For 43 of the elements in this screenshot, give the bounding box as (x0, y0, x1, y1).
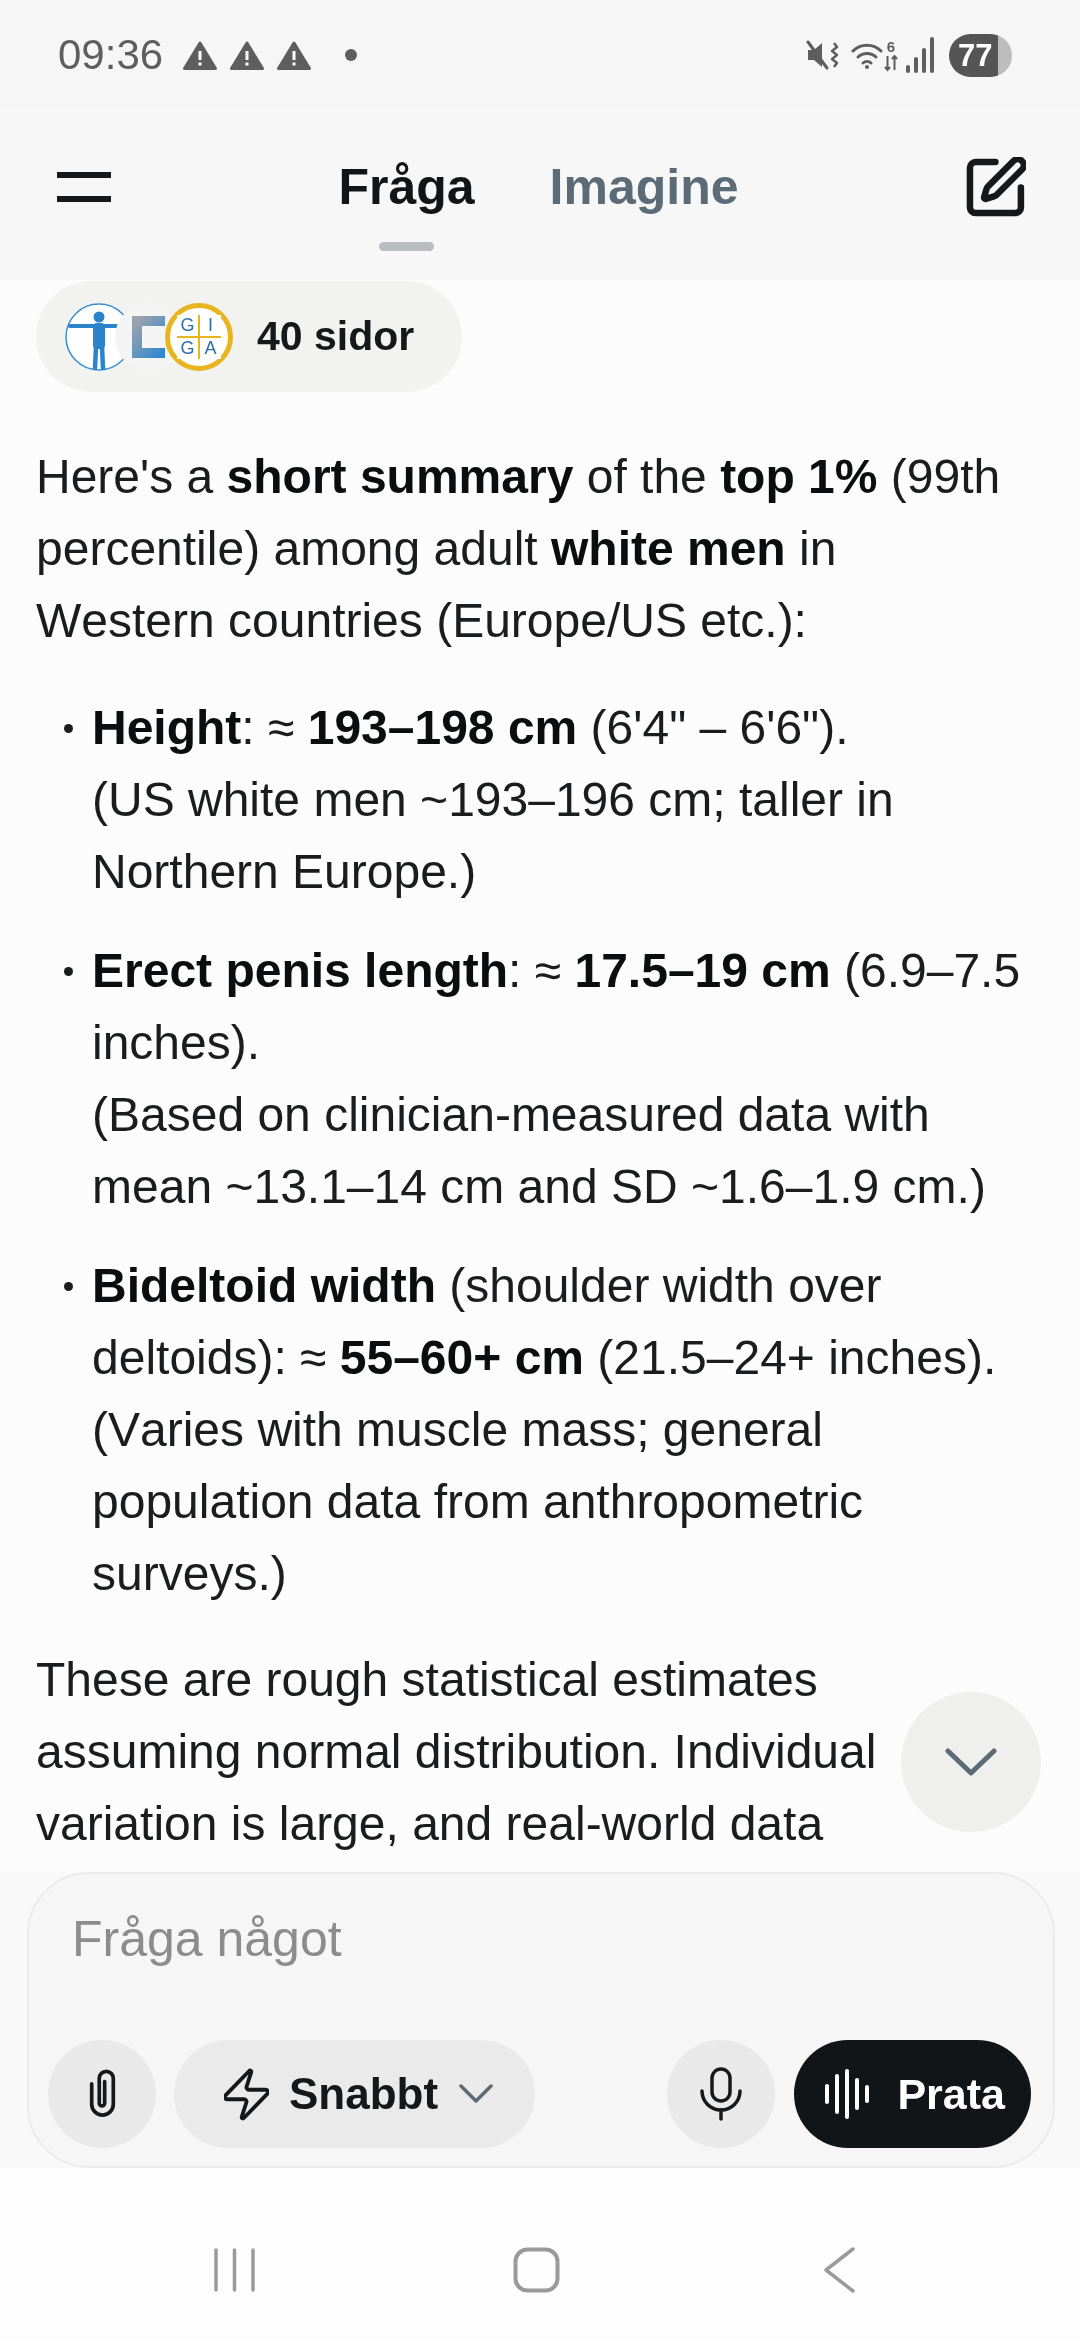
answer-paragraph: Here's a short summary of the top 1% (99th percentile) among adult white men in Western countries (Europe/US etc.): (36, 449, 1002, 649)
mode-selector[interactable]: Snabbt (174, 2040, 536, 2148)
recent-apps-icon[interactable] (213, 2247, 256, 2293)
data-arrows-icon (884, 53, 898, 72)
answer-paragraph: These are rough statistical estimates assuming normal distribution. Individual variation is large, and real-world data (36, 1652, 878, 1852)
lightning-icon (224, 2066, 269, 2122)
status-time: 09:36 (58, 32, 164, 78)
message-input[interactable]: Fråga något (72, 1904, 1007, 1974)
warning-icon (276, 39, 313, 71)
notification-dot-icon (345, 49, 358, 61)
tab[interactable]: Fråga (338, 157, 475, 251)
sound-wave-icon (824, 2069, 871, 2119)
battery-indicator: 77 (949, 33, 1012, 77)
home-icon[interactable] (513, 2247, 560, 2293)
chevron-down-icon (459, 2084, 494, 2104)
bullet-text: Erect penis length: ≈ 17.5–19 cm (6.9–7.5 inches). (92, 943, 1022, 1071)
bullet-icon (64, 967, 73, 976)
bullet-text: (Based on clinician-measured data with mean ~13.1–14 cm and SD ~1.6–1.9 cm.) (92, 1087, 987, 1215)
bullet-text: Height: ≈ 193–198 cm (6'4" – 6'6"). (92, 700, 850, 756)
logo-letter: G (177, 314, 198, 336)
voice-chat-button[interactable]: Prata (794, 2040, 1031, 2148)
bullet-icon (64, 1282, 73, 1291)
warning-icon (229, 39, 266, 71)
edit-icon[interactable] (966, 157, 1026, 217)
logo-letter: I (200, 314, 221, 336)
paperclip-icon (88, 2069, 116, 2119)
wifi-icon (851, 41, 883, 69)
back-icon[interactable] (824, 2247, 855, 2293)
bullet-icon (64, 724, 73, 733)
bullet-text: Bideltoid width (shoulder width over deltoids): ≈ 55–60+ cm (21.5–24+ inches). (92, 1258, 998, 1386)
menu-icon[interactable] (57, 172, 111, 202)
signal-icon (906, 37, 935, 73)
tab[interactable]: Imagine (549, 157, 739, 251)
microphone-icon (699, 2067, 744, 2121)
sources-chip[interactable]: G I G A 40 sidor (36, 281, 463, 392)
wifi-label: 6 (886, 38, 896, 54)
logo-letter: A (200, 337, 221, 359)
warning-icon (182, 39, 219, 71)
bullet-text: (US white men ~193–196 cm; taller in Northern Europe.) (92, 772, 895, 900)
logo-letter: G (177, 337, 198, 359)
tab-indicator (379, 242, 434, 251)
bullet-text: (Varies with muscle mass; general population data from anthropometric surveys.) (92, 1402, 865, 1602)
chevron-down-icon (945, 1748, 997, 1776)
